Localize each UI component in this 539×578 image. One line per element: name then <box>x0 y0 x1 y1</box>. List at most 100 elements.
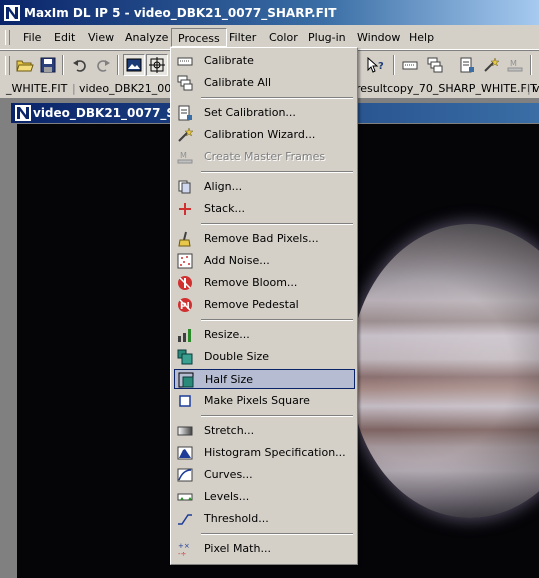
menu-item-calibrate-all[interactable]: Calibrate All <box>174 73 355 93</box>
menu-item-set-calibration[interactable]: Set Calibration... <box>174 103 355 123</box>
menu-separator <box>201 97 353 99</box>
menu-item-label: Pixel Math... <box>204 542 271 555</box>
menu-item-histogram-specification[interactable]: Histogram Specification... <box>174 443 355 463</box>
toolbar-separator <box>62 55 64 75</box>
menu-item-label: Remove Pedestal <box>204 298 299 311</box>
menu-item-label: Calibration Wizard... <box>204 128 316 141</box>
open-button[interactable] <box>14 54 36 76</box>
image-view-icon <box>126 58 142 72</box>
svg-text:+×: +× <box>178 542 190 550</box>
toolbar-grip[interactable] <box>5 56 10 75</box>
save-disk-icon <box>40 57 56 73</box>
menu-analyze[interactable]: Analyze <box>119 28 174 47</box>
svg-text:Pl: Pl <box>180 302 190 312</box>
menu-item-create-master-frames[interactable]: M Create Master Frames <box>174 147 355 167</box>
menu-item-remove-bloom[interactable]: Remove Bloom... <box>174 273 355 293</box>
tab-resultcopy-70[interactable]: resultcopy_70_SHARP_WHITE.FIT <box>356 82 537 95</box>
menu-item-resize[interactable]: Resize... <box>174 325 355 345</box>
set-calibration-tool-button[interactable] <box>456 54 478 76</box>
menu-item-label: Curves... <box>204 468 253 481</box>
master-frames-icon: M <box>177 149 193 165</box>
svg-text:M: M <box>510 59 517 68</box>
save-button[interactable] <box>37 54 59 76</box>
stretch-icon <box>177 423 193 439</box>
bad-pixels-icon <box>177 231 193 247</box>
toolbar-separator <box>393 55 395 75</box>
menu-item-label: Calibrate All <box>204 76 271 89</box>
menu-item-remove-bad-pixels[interactable]: Remove Bad Pixels... <box>174 229 355 249</box>
menu-window[interactable]: Window <box>351 28 406 47</box>
curves-icon <box>177 467 193 483</box>
undo-icon <box>73 60 86 72</box>
crosshair-button[interactable] <box>146 54 168 76</box>
undo-button[interactable] <box>69 54 91 76</box>
menu-item-pixel-math[interactable]: +× -÷ Pixel Math... <box>174 539 355 559</box>
noise-icon <box>177 253 193 269</box>
calibration-wizard-tool-button[interactable] <box>480 54 502 76</box>
menu-item-align[interactable]: Align... <box>174 177 355 197</box>
menu-item-make-pixels-square[interactable]: Make Pixels Square <box>174 391 355 411</box>
pedestal-icon: Pl <box>177 297 193 313</box>
align-icon <box>177 179 193 195</box>
help-pointer-icon: ? <box>367 57 384 73</box>
menu-item-label: Create Master Frames <box>204 150 326 163</box>
master-frames-tool-button[interactable]: M <box>504 54 526 76</box>
resize-icon <box>177 327 193 343</box>
menu-item-add-noise[interactable]: Add Noise... <box>174 251 355 271</box>
menubar-grip[interactable] <box>5 30 10 45</box>
menu-item-label: Threshold... <box>204 512 269 525</box>
menu-item-label: Remove Bloom... <box>204 276 298 289</box>
menu-item-label: Stack... <box>204 202 245 215</box>
open-folder-icon <box>16 60 34 72</box>
menu-view[interactable]: View <box>82 28 120 47</box>
menu-item-stretch[interactable]: Stretch... <box>174 421 355 441</box>
menu-item-remove-pedestal[interactable]: Pl Remove Pedestal <box>174 295 355 315</box>
menu-color[interactable]: Color <box>263 28 304 47</box>
menu-item-label: Set Calibration... <box>204 106 296 119</box>
window-titlebar[interactable]: MaxIm DL IP 5 - video_DBK21_0077_SHARP.F… <box>0 0 539 26</box>
toolbar-separator <box>117 55 119 75</box>
toolbar-separator <box>530 55 532 75</box>
calibrate-tool-button[interactable] <box>399 54 421 76</box>
menu-separator <box>201 319 353 321</box>
wizard-tool-icon <box>484 57 499 72</box>
process-menu-dropdown: Calibrate Calibrate All Set Calibration.… <box>170 47 358 565</box>
menu-help[interactable]: Help <box>403 28 440 47</box>
menu-separator <box>201 415 353 417</box>
menu-plug-in[interactable]: Plug-in <box>302 28 352 47</box>
menu-item-curves[interactable]: Curves... <box>174 465 355 485</box>
calibrate-all-tool-icon <box>427 57 443 73</box>
view-image-button[interactable] <box>123 54 145 76</box>
menu-item-half-size[interactable]: Half Size <box>174 369 355 389</box>
set-calibration-icon <box>177 105 193 121</box>
menu-item-label: Levels... <box>204 490 250 503</box>
menu-item-label: Histogram Specification... <box>204 446 346 459</box>
calibrate-tool-icon <box>402 61 418 70</box>
menu-separator <box>201 223 353 225</box>
menu-item-threshold[interactable]: Threshold... <box>174 509 355 529</box>
menu-item-calibration-wizard[interactable]: Calibration Wizard... <box>174 125 355 145</box>
menu-edit[interactable]: Edit <box>48 28 81 47</box>
redo-icon <box>97 60 110 72</box>
menu-item-stack[interactable]: Stack... <box>174 199 355 219</box>
menu-separator <box>201 533 353 535</box>
context-help-button[interactable]: ? <box>365 54 387 76</box>
threshold-icon <box>177 511 193 527</box>
menu-item-label: Calibrate <box>204 54 254 67</box>
menu-item-label: Stretch... <box>204 424 255 437</box>
menu-item-double-size[interactable]: Double Size <box>174 347 355 367</box>
half-size-icon <box>178 372 194 388</box>
menu-file[interactable]: File <box>17 28 47 47</box>
menu-item-levels[interactable]: Levels... <box>174 487 355 507</box>
redo-button[interactable] <box>92 54 114 76</box>
calibrate-all-tool-button[interactable] <box>424 54 446 76</box>
tab-white-fit[interactable]: _WHITE.FIT <box>6 82 67 95</box>
menu-process[interactable]: Process <box>171 28 227 47</box>
menu-filter[interactable]: Filter <box>223 28 262 47</box>
pixels-square-icon <box>177 393 193 409</box>
menu-item-calibrate[interactable]: Calibrate <box>174 51 355 71</box>
calibrate-all-icon <box>177 75 193 91</box>
tab-next[interactable]: v <box>533 82 539 95</box>
pixel-math-icon: +× -÷ <box>177 541 193 557</box>
set-calibration-tool-icon <box>460 57 474 73</box>
